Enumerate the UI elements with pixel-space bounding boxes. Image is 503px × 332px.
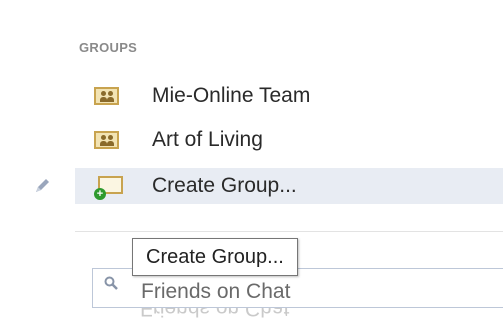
search-icon [104, 276, 118, 290]
sidebar-item-label: Create Group... [152, 174, 297, 197]
create-group-icon: + [94, 176, 124, 200]
group-icon [94, 87, 119, 105]
chat-search-placeholder: Friends on Chat [141, 280, 291, 303]
create-group-tooltip: Create Group... [132, 238, 298, 276]
sidebar-item-mie-online-team[interactable]: Mie-Online Team [75, 78, 503, 114]
divider [75, 231, 503, 232]
search-reflection: Friends on Chat [92, 308, 503, 332]
sidebar-item-art-of-living[interactable]: Art of Living [75, 122, 503, 158]
sidebar-item-label: Mie-Online Team [152, 84, 311, 107]
sidebar-item-create-group[interactable]: + Create Group... [75, 168, 503, 204]
sidebar-item-label: Art of Living [152, 128, 263, 151]
group-icon [94, 131, 119, 149]
search-reflection-text: Friends on Chat [140, 308, 290, 320]
chat-sidebar: GROUPS Mie-Online Team Art of Living + C [0, 0, 503, 332]
groups-section-title: GROUPS [79, 40, 138, 55]
pencil-icon[interactable] [33, 177, 51, 195]
